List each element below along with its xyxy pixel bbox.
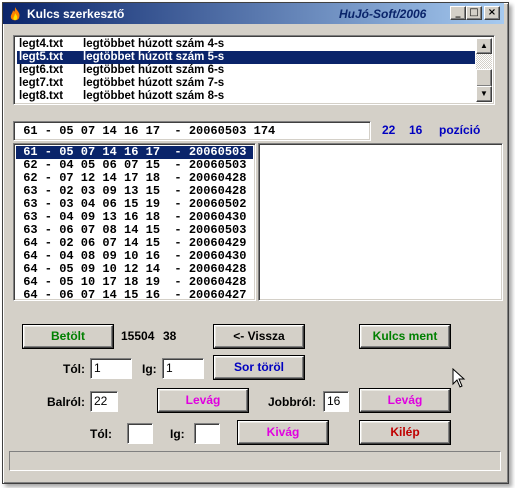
file-rows: legt4.txt legtöbbet húzott szám 4-s legt5.…	[17, 38, 475, 103]
output-pane[interactable]	[258, 143, 503, 301]
left-label: Balról:	[47, 395, 86, 409]
position-a-value: 22	[382, 123, 396, 137]
file-list-scrollbar[interactable]: ▲ ▼	[476, 38, 492, 102]
cut-right-button[interactable]: Levág	[359, 388, 451, 413]
save-key-button[interactable]: Kulcs ment	[359, 324, 451, 349]
to2-label: Ig:	[170, 427, 185, 441]
file-description: legtöbbet húzott szám 7-s	[83, 77, 225, 89]
file-list-item[interactable]: legt8.txt legtöbbet húzott szám 8-s	[17, 90, 475, 103]
record-list-item[interactable]: 64 - 05 09 10 12 14 - 20060428 12	[16, 263, 253, 276]
record-list-item[interactable]: 61 - 05 07 14 16 17 - 20060503 174	[16, 146, 253, 159]
file-name: legt7.txt	[19, 77, 64, 89]
record-list-item[interactable]: 62 - 07 12 14 17 18 - 20060428 11	[16, 172, 253, 185]
from2-field[interactable]	[127, 423, 153, 444]
minimize-icon: _	[455, 7, 461, 18]
brand-label: HuJó-Soft/2006	[339, 7, 427, 21]
arrow-up-icon: ▲	[480, 41, 488, 50]
record-list-item[interactable]: 64 - 05 10 17 18 19 - 20060428 17	[16, 276, 253, 289]
to-label: Ig:	[142, 362, 157, 376]
maximize-icon: □	[469, 7, 479, 18]
exit-button[interactable]: Kilép	[359, 420, 451, 445]
mouse-cursor-icon	[452, 368, 466, 388]
cutout-button[interactable]: Kivág	[237, 420, 329, 445]
from-field[interactable]: 1	[90, 358, 132, 379]
position-label: pozíció	[439, 123, 481, 137]
from-label: Tól:	[63, 362, 85, 376]
file-list[interactable]: legt4.txt legtöbbet húzott szám 4-s legt5.…	[13, 35, 495, 105]
record-list-item[interactable]: 64 - 02 06 07 14 15 - 20060429 14	[16, 237, 253, 250]
record-edit-field[interactable]: 61 - 05 07 14 16 17 - 20060503 174	[13, 121, 371, 141]
record-list-item[interactable]: 63 - 06 07 08 14 15 - 20060503 20	[16, 224, 253, 237]
to-field[interactable]: 1	[162, 358, 204, 379]
file-name: legt5.txt	[19, 51, 64, 63]
file-list-item[interactable]: legt6.txt legtöbbet húzott szám 6-s	[17, 64, 475, 77]
load-button[interactable]: Betölt	[22, 324, 114, 349]
scroll-up-button[interactable]: ▲	[476, 38, 492, 54]
file-description: legtöbbet húzott szám 5-s	[83, 51, 225, 63]
file-description: legtöbbet húzott szám 8-s	[83, 90, 225, 102]
record-rows: 61 - 05 07 14 16 17 - 20060503 174 62 - …	[16, 146, 253, 300]
position-b-value: 16	[409, 123, 423, 137]
arrow-down-icon: ▼	[480, 89, 488, 98]
right-cut-field[interactable]: 16	[323, 391, 349, 412]
cut-left-button[interactable]: Levág	[157, 388, 249, 413]
title-bar[interactable]: Kulcs szerkesztő HuJó-Soft/2006 _ □ ×	[3, 3, 504, 24]
delete-row-button[interactable]: Sor töröl	[213, 355, 305, 380]
right-label: Jobbról:	[268, 395, 316, 409]
scroll-down-button[interactable]: ▼	[476, 86, 492, 102]
left-cut-field[interactable]: 22	[90, 391, 118, 412]
back-button[interactable]: <- Vissza	[213, 324, 305, 349]
count-b-value: 38	[163, 329, 177, 343]
window-title: Kulcs szerkesztő	[27, 7, 125, 21]
record-list-item[interactable]: 63 - 02 03 09 13 15 - 20060428 11	[16, 185, 253, 198]
flame-icon	[10, 7, 20, 21]
status-bar	[9, 451, 501, 471]
file-list-item[interactable]: legt5.txt legtöbbet húzott szám 5-s	[17, 51, 475, 64]
record-list-item[interactable]: 62 - 04 05 06 07 15 - 20060503 20	[16, 159, 253, 172]
close-button[interactable]: ×	[484, 6, 500, 20]
file-name: legt6.txt	[19, 64, 64, 76]
scroll-thumb[interactable]	[476, 69, 492, 87]
count-a-value: 15504	[121, 329, 155, 343]
file-name: legt8.txt	[19, 90, 64, 102]
record-list-item[interactable]: 63 - 03 04 06 15 19 - 20060502 20	[16, 198, 253, 211]
file-list-item[interactable]: legt4.txt legtöbbet húzott szám 4-s	[17, 38, 475, 51]
record-list-item[interactable]: 64 - 06 07 14 15 16 - 20060427 25	[16, 289, 253, 300]
record-list-item[interactable]: 63 - 04 09 13 16 18 - 20060430 12	[16, 211, 253, 224]
file-list-item[interactable]: legt7.txt legtöbbet húzott szám 7-s	[17, 77, 475, 90]
minimize-button[interactable]: _	[450, 6, 466, 20]
close-icon: ×	[487, 7, 497, 18]
record-list-item[interactable]: 64 - 04 08 09 10 16 - 20060430 15	[16, 250, 253, 263]
file-name: legt4.txt	[19, 38, 64, 50]
to2-field[interactable]	[194, 423, 220, 444]
file-description: legtöbbet húzott szám 6-s	[83, 64, 225, 76]
file-description: legtöbbet húzott szám 4-s	[83, 38, 225, 50]
record-list[interactable]: 61 - 05 07 14 16 17 - 20060503 174 62 - …	[13, 143, 256, 301]
from2-label: Tól:	[90, 427, 112, 441]
maximize-button[interactable]: □	[466, 6, 482, 20]
